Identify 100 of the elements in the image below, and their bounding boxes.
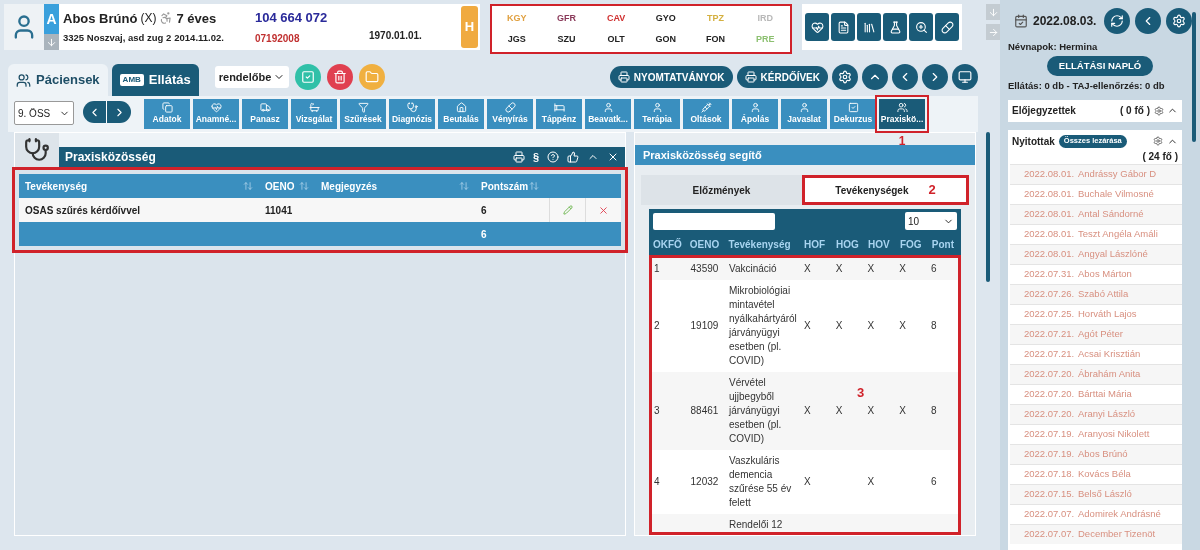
patient-name[interactable]: Acsai Krisztián: [1078, 346, 1141, 362]
help-icon[interactable]: [547, 151, 559, 163]
panel-tab[interactable]: Tevékenységek 2: [802, 175, 969, 205]
patient-name[interactable]: Andrássy Gábor D: [1078, 166, 1157, 182]
toolbar-button[interactable]: Táppénz: [536, 99, 582, 129]
print-menu-button[interactable]: KÉRDŐÍVEK: [736, 66, 828, 88]
heart-icon: [210, 102, 222, 114]
section-select[interactable]: 9. ÖSS: [14, 101, 74, 125]
settings-button[interactable]: [1166, 8, 1192, 34]
table-cell: Vaszkuláris demencia szűrése 55 év felett: [729, 455, 792, 508]
patient-name[interactable]: Abos Brúnó: [1078, 446, 1128, 462]
visit-date: 2022.08.01.: [1023, 206, 1072, 221]
patient-name[interactable]: December Tizenöt: [1078, 526, 1156, 542]
care-summary: Ellátás: 0 db - TAJ-ellenőrzés: 0 db: [1008, 79, 1166, 94]
table-cell: X: [899, 263, 906, 274]
monitor-button[interactable]: [952, 64, 978, 90]
column-header: Pont: [931, 237, 956, 252]
search-field[interactable]: [653, 212, 775, 230]
collapse-button[interactable]: [862, 64, 888, 90]
table-cell: X: [804, 263, 811, 274]
toolbar-button[interactable]: Adatok: [144, 99, 190, 129]
patient-name[interactable]: Adomirek Andrásné: [1078, 506, 1161, 522]
people-icon: [896, 102, 908, 114]
patient-name[interactable]: Horváth Lajos: [1078, 306, 1137, 322]
main-tab[interactable]: Páciensek: [8, 64, 108, 96]
column-header: HOV: [867, 237, 891, 252]
toolbar-button[interactable]: Beavatk...: [585, 99, 631, 129]
folder-icon: [365, 70, 380, 84]
toolbar-button[interactable]: Ápolás: [732, 99, 778, 129]
patient-address: 3325 Noszvaj, asd zug 2: [63, 31, 172, 46]
heart-pulse-icon: [810, 20, 824, 34]
toolbar-button[interactable]: Beutalás: [438, 99, 484, 129]
column-header[interactable]: Megjegyzés: [321, 178, 378, 194]
patient-name[interactable]: Ábrahám Anita: [1078, 366, 1141, 382]
toolbar-button[interactable]: Javaslat: [781, 99, 827, 129]
patient-name[interactable]: Teszt Angéla Amáli: [1078, 226, 1158, 242]
toolbar-button[interactable]: Terápia: [634, 99, 680, 129]
print-icon[interactable]: [512, 151, 525, 163]
thumbs-up-icon[interactable]: [567, 151, 579, 163]
previous-button[interactable]: [892, 64, 918, 90]
toolbar-button[interactable]: Dekurzus: [830, 99, 876, 129]
panel-tab[interactable]: Előzmények: [641, 175, 802, 205]
check-button[interactable]: [295, 64, 322, 90]
patient-name[interactable]: Abos Márton: [1078, 266, 1132, 282]
settings-icon[interactable]: [1154, 105, 1164, 116]
patient-initial-badge: A: [44, 4, 59, 34]
column-header[interactable]: Tevékenység: [25, 178, 88, 194]
toolbar-button[interactable]: Diagnózis: [389, 99, 435, 129]
settings-icon[interactable]: [1153, 136, 1163, 146]
patient-name[interactable]: Aranyi László: [1078, 406, 1136, 422]
binders-button[interactable]: [857, 13, 881, 41]
column-header[interactable]: Pontszám: [481, 178, 529, 194]
lab-code: OLT: [606, 33, 626, 46]
document-button[interactable]: [831, 13, 855, 41]
previous-button[interactable]: [83, 101, 107, 123]
scrollbar[interactable]: [1192, 12, 1196, 142]
paragraph-icon[interactable]: §: [532, 148, 539, 166]
toolbar-button[interactable]: Vizsgálat: [291, 99, 337, 129]
trash-icon: [333, 70, 348, 84]
document-icon: [836, 20, 850, 34]
refresh-button[interactable]: [1104, 8, 1130, 34]
zoom-button[interactable]: [909, 13, 933, 41]
next-button[interactable]: [922, 64, 948, 90]
column-header[interactable]: OENO: [265, 178, 295, 194]
delete-button[interactable]: [327, 64, 354, 90]
settings-button[interactable]: [832, 64, 858, 90]
patient-name[interactable]: Belső László: [1078, 486, 1132, 502]
person-icon: [651, 102, 663, 114]
page-size-select[interactable]: 10: [905, 212, 957, 230]
scrollbar[interactable]: [986, 132, 990, 282]
toolbar-button[interactable]: Szűrések: [340, 99, 386, 129]
previous-day-button[interactable]: [1135, 8, 1161, 34]
table-cell: X: [867, 263, 875, 274]
location-select[interactable]: rendelőbe: [214, 66, 290, 88]
heart-button[interactable]: [805, 13, 829, 41]
patient-name[interactable]: Agót Péter: [1078, 326, 1123, 342]
next-button[interactable]: [107, 101, 131, 123]
current-date: 2022.08.03.: [1033, 13, 1098, 30]
pills-button[interactable]: [935, 13, 959, 41]
toolbar-button[interactable]: Oltások: [683, 99, 729, 129]
wheelchair-icon: [159, 11, 174, 26]
toolbar-button[interactable]: Panasz: [242, 99, 288, 129]
close-icon[interactable]: [607, 151, 619, 163]
lab-button[interactable]: [883, 13, 907, 41]
toolbar-button[interactable]: Anamné...: [193, 99, 239, 129]
patient-name[interactable]: Bárttai Mária: [1078, 386, 1132, 402]
care-log-button[interactable]: ELLÁTÁSI NAPLÓ: [1046, 56, 1154, 77]
patient-name[interactable]: Aranyosi Nikolett: [1078, 426, 1150, 442]
patient-date: 1970.01.01.: [369, 29, 423, 43]
toolbar-button[interactable]: Vényírás: [487, 99, 533, 129]
visit-date: 2022.07.21.: [1023, 326, 1072, 341]
points-total: 6: [480, 227, 488, 242]
patient-name[interactable]: Buchale Vilmosné: [1078, 186, 1154, 202]
patient-name[interactable]: Szabó Attila: [1078, 286, 1129, 302]
patient-name[interactable]: Angyal Lászlóné: [1078, 246, 1148, 262]
delete-icon[interactable]: [598, 204, 609, 216]
patient-name[interactable]: Antal Sándorné: [1078, 206, 1144, 222]
print-menu-button[interactable]: NYOMTATVÁNYOK: [609, 66, 733, 88]
main-tab[interactable]: AMB Ellátás: [111, 64, 199, 96]
patient-name[interactable]: Kovács Béla: [1078, 466, 1131, 482]
